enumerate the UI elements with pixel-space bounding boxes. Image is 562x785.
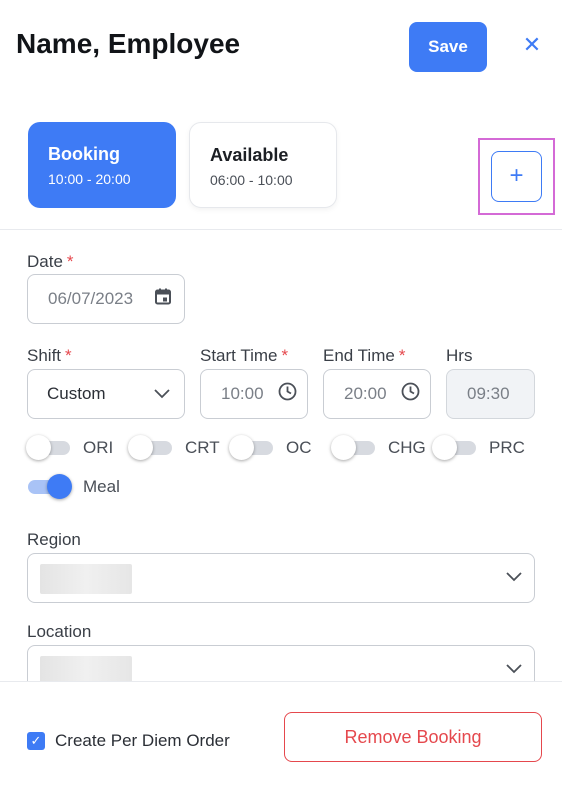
region-label: Region <box>27 530 81 549</box>
toggle-knob <box>432 435 457 460</box>
toggle-knob <box>229 435 254 460</box>
shift-value: Custom <box>47 384 106 403</box>
hrs-label: Hrs <box>446 346 473 365</box>
toggle-knob <box>26 435 51 460</box>
toggle-track[interactable] <box>128 435 172 460</box>
date-input[interactable]: 06/07/2023 <box>27 274 185 324</box>
chevron-down-icon <box>506 661 522 679</box>
close-icon[interactable]: ✕ <box>520 33 544 57</box>
toggle-knob <box>128 435 153 460</box>
remove-booking-button[interactable]: Remove Booking <box>284 712 542 762</box>
date-label: Date * <box>27 252 74 271</box>
toggle-ori[interactable]: ORI <box>26 435 114 461</box>
clock-icon[interactable] <box>278 382 297 406</box>
hrs-field: 09:30 <box>446 369 535 419</box>
toggle-label: ORI <box>83 438 114 457</box>
page-title: Name, Employee <box>16 28 241 59</box>
start-time-input[interactable]: 10:00 <box>200 369 308 419</box>
toggle-oc[interactable]: OC <box>229 435 312 461</box>
tab-time: 10:00 - 20:00 <box>48 171 131 187</box>
end-time-value: 20:00 <box>344 384 387 403</box>
shift-label: Shift * <box>27 346 72 365</box>
chevron-down-icon <box>154 384 170 404</box>
shift-select[interactable]: Custom <box>27 369 185 419</box>
tab-label: Booking <box>48 144 120 164</box>
toggle-label: CRT <box>185 438 220 457</box>
tab-time: 06:00 - 10:00 <box>210 172 293 188</box>
tab-available[interactable]: Available 06:00 - 10:00 <box>189 122 337 208</box>
required-marker: * <box>66 252 74 271</box>
toggle-meal[interactable]: Meal <box>28 474 120 500</box>
end-time-input[interactable]: 20:00 <box>323 369 431 419</box>
end-time-label: End Time * <box>323 346 406 365</box>
required-marker: * <box>281 346 289 365</box>
per-diem-label[interactable]: Create Per Diem Order <box>55 731 230 751</box>
toggle-label: PRC <box>489 438 525 457</box>
chevron-down-icon <box>506 569 522 587</box>
per-diem-checkbox[interactable]: ✓ <box>27 732 45 750</box>
save-button[interactable]: Save <box>409 22 487 72</box>
hrs-value: 09:30 <box>467 384 510 403</box>
required-marker: * <box>65 346 72 365</box>
add-tab-button[interactable]: + <box>491 151 542 202</box>
start-time-value: 10:00 <box>221 384 264 403</box>
toggle-track[interactable] <box>26 435 70 460</box>
toggle-label: Meal <box>83 477 120 496</box>
toggle-track[interactable] <box>331 435 375 460</box>
location-label: Location <box>27 622 92 641</box>
toggle-track[interactable] <box>432 435 476 460</box>
toggle-track[interactable] <box>229 435 273 460</box>
toggle-track[interactable] <box>28 474 72 499</box>
date-value: 06/07/2023 <box>48 289 134 308</box>
region-select[interactable] <box>27 553 535 603</box>
redacted-value <box>40 564 132 594</box>
clock-icon[interactable] <box>401 382 420 406</box>
start-time-label: Start Time * <box>200 346 289 365</box>
toggle-knob <box>47 474 72 499</box>
divider <box>0 229 562 230</box>
tab-booking[interactable]: Booking 10:00 - 20:00 <box>28 122 176 208</box>
calendar-icon[interactable] <box>154 288 172 311</box>
tab-label: Available <box>210 145 289 165</box>
required-marker: * <box>398 346 406 365</box>
toggle-prc[interactable]: PRC <box>432 435 525 461</box>
toggle-knob <box>331 435 356 460</box>
toggle-crt[interactable]: CRT <box>128 435 220 461</box>
toggle-label: CHG <box>388 438 426 457</box>
toggle-chg[interactable]: CHG <box>331 435 426 461</box>
toggle-label: OC <box>286 438 312 457</box>
